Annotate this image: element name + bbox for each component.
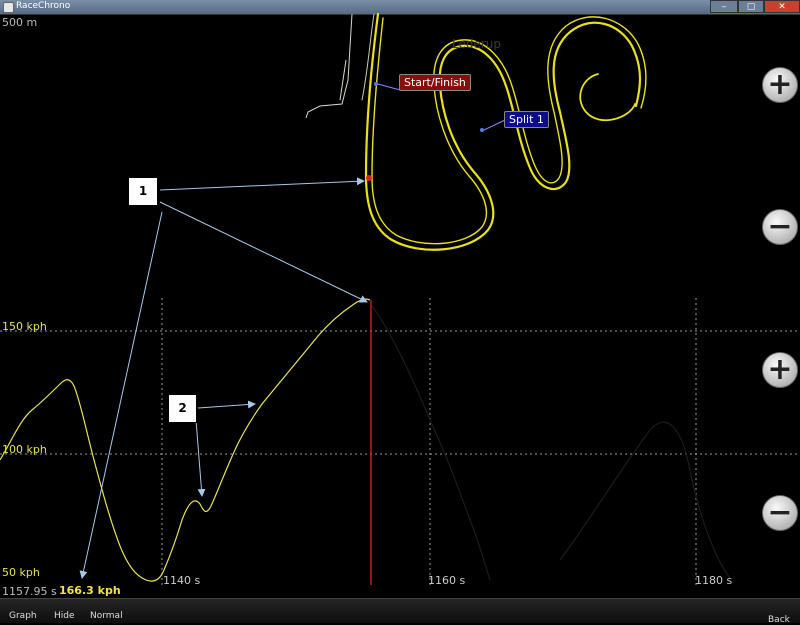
time-axis-label: 1180 s <box>695 574 733 587</box>
bottom-menu-bar: Graph Hide Normal Back <box>0 598 800 625</box>
speed-curve <box>0 298 371 582</box>
annotation-arrows <box>79 177 368 579</box>
annotation-callout-2: 2 <box>168 394 197 423</box>
faint-speed-trace <box>371 305 731 581</box>
track-map <box>361 12 647 251</box>
track-name-label: Lederup <box>452 37 502 51</box>
track-line <box>371 16 647 245</box>
split-marker <box>480 128 484 132</box>
split-tag[interactable]: Split 1 <box>504 111 549 128</box>
telemetry-canvas[interactable] <box>0 0 800 622</box>
start-finish-tag[interactable]: Start/Finish <box>399 74 471 91</box>
start-finish-marker <box>374 82 378 86</box>
time-axis-label: 1160 s <box>428 574 466 587</box>
menu-normal[interactable]: Normal <box>90 611 123 621</box>
track-line <box>579 73 636 122</box>
menu-hide[interactable]: Hide <box>54 611 75 621</box>
speed-axis-label: 100 kph <box>2 443 47 456</box>
menu-graph[interactable]: Graph <box>9 611 37 621</box>
annotation-callout-1: 1 <box>128 177 158 206</box>
graph-zoom-in-button[interactable]: + <box>762 352 798 388</box>
graph-grid <box>0 298 800 585</box>
minus-icon: − <box>767 495 793 530</box>
map-zoom-in-button[interactable]: + <box>762 67 798 103</box>
minus-icon: − <box>767 209 793 244</box>
pit-lane <box>305 13 353 119</box>
graph-zoom-out-button[interactable]: − <box>762 495 798 531</box>
menu-back[interactable]: Back <box>768 615 790 625</box>
time-axis-label: 1140 s <box>163 574 201 587</box>
cursor-speed-readout: 166.3 kph <box>59 584 121 597</box>
speed-axis-label: 50 kph <box>2 566 40 579</box>
cursor-time-readout: 1157.95 s <box>2 585 57 598</box>
map-scale-label: 500 m <box>2 16 38 29</box>
speed-axis-label: 150 kph <box>2 320 47 333</box>
map-zoom-out-button[interactable]: − <box>762 209 798 245</box>
plus-icon: + <box>767 67 793 102</box>
plus-icon: + <box>767 352 793 387</box>
track-line <box>364 12 642 251</box>
car-position-marker <box>366 175 372 181</box>
